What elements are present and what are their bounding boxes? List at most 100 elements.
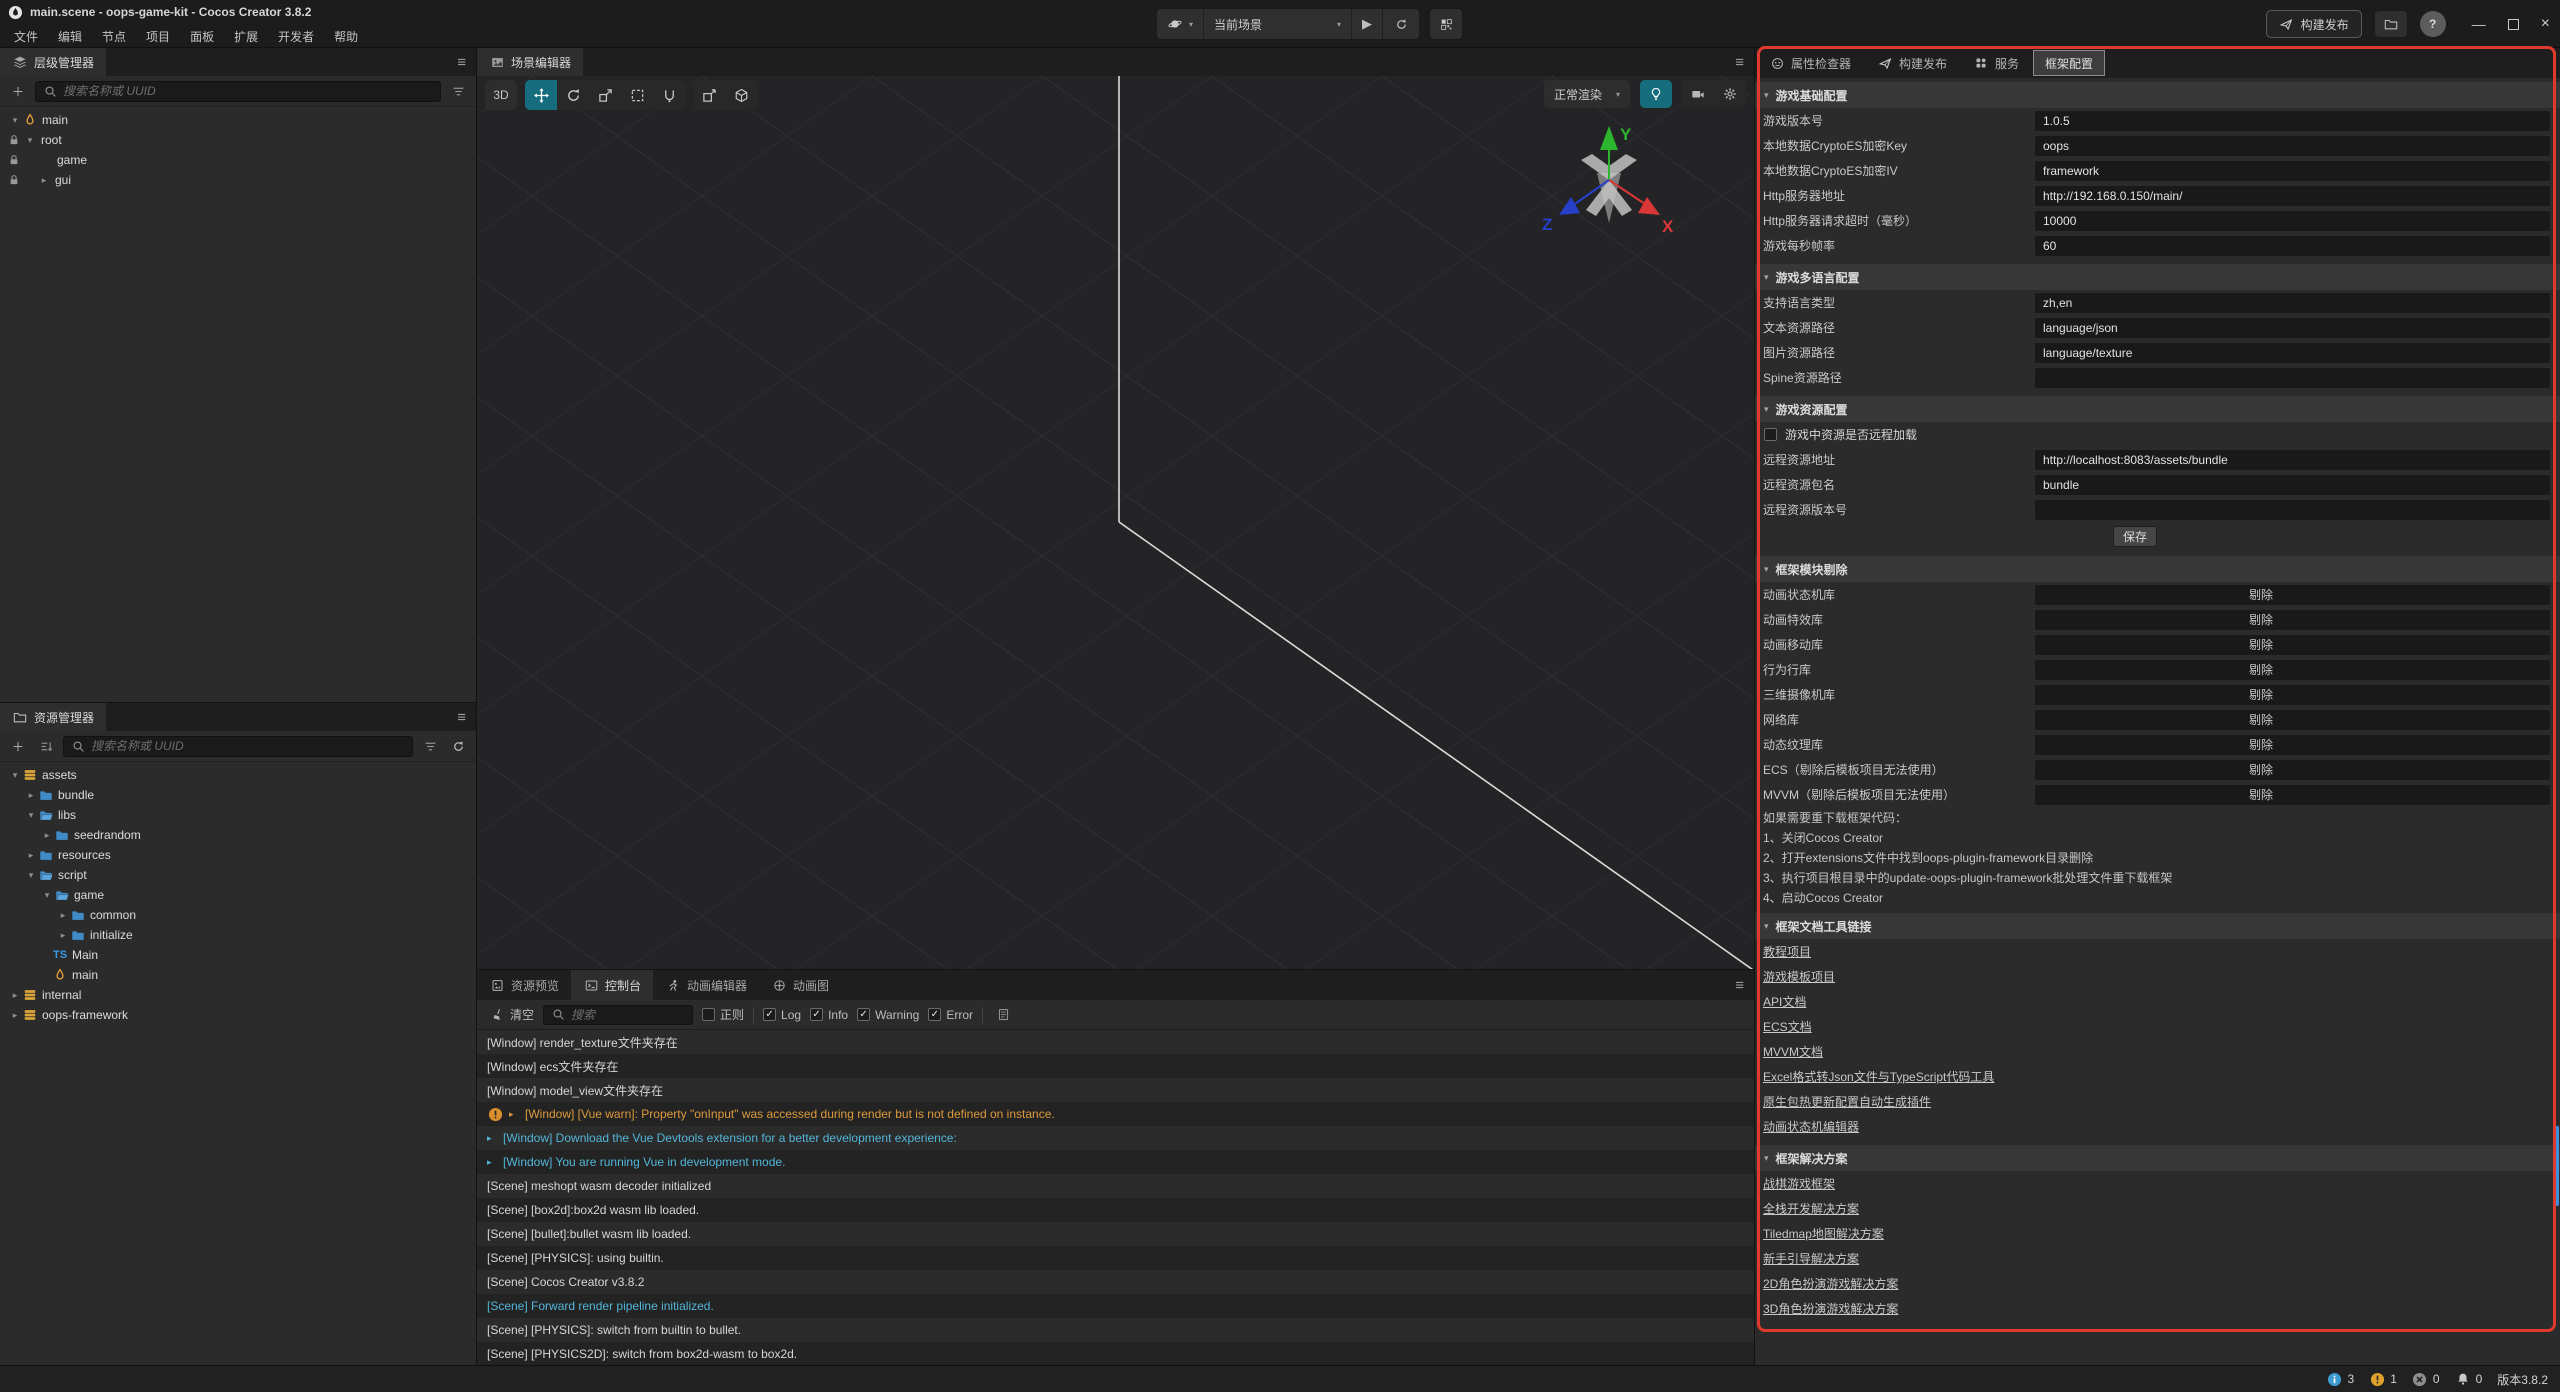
doc-link[interactable]: 原生包热更新配置自动生成插件 <box>1763 1093 1931 1110</box>
menu-help[interactable]: 帮助 <box>324 28 368 45</box>
menu-edit[interactable]: 编辑 <box>48 28 92 45</box>
section-header[interactable]: ▾游戏基础配置 <box>1755 82 2560 108</box>
remote-load-checkbox[interactable]: 游戏中资源是否远程加载 <box>1755 422 2560 447</box>
lighting-toggle-button[interactable] <box>1640 80 1672 108</box>
assets-search-input[interactable] <box>91 739 406 753</box>
hierarchy-search-input[interactable] <box>63 84 434 98</box>
axis-gizmo[interactable]: Y X Z <box>1534 118 1684 256</box>
menu-extension[interactable]: 扩展 <box>224 28 268 45</box>
chevron-down-icon[interactable]: ▾ <box>40 890 54 901</box>
property-value-input[interactable] <box>2035 500 2550 520</box>
regex-checkbox[interactable]: 正则 <box>702 1006 744 1023</box>
hierarchy-filter-button[interactable] <box>447 81 469 102</box>
scene-menu-button[interactable]: ≡ <box>1735 48 1744 76</box>
expand-arrow[interactable]: ▸ <box>509 1109 519 1120</box>
log-row[interactable]: [Scene] [PHYSICS]: using builtin. <box>477 1246 1754 1270</box>
property-value-input[interactable]: framework <box>2035 161 2550 181</box>
tree-node-script[interactable]: ▾script <box>0 865 476 885</box>
rotate-tool-button[interactable] <box>557 80 589 110</box>
doc-link[interactable]: MVVM文档 <box>1763 1043 1823 1060</box>
scene-settings-button[interactable] <box>1714 80 1746 108</box>
close-button[interactable]: × <box>2541 15 2550 33</box>
render-mode-select[interactable]: 正常渲染 ▾ <box>1544 80 1630 108</box>
reload-button[interactable] <box>1383 9 1419 39</box>
tree-node-internal[interactable]: ▸internal <box>0 985 476 1005</box>
menu-panel[interactable]: 面板 <box>180 28 224 45</box>
doc-link[interactable]: 3D角色扮演游戏解决方案 <box>1763 1300 1898 1317</box>
doc-link[interactable]: 战棋游戏框架 <box>1763 1175 1835 1192</box>
filter-log-checkbox[interactable]: Log <box>763 1008 801 1022</box>
doc-link[interactable]: 2D角色扮演游戏解决方案 <box>1763 1275 1898 1292</box>
tree-node-game[interactable]: ▾game <box>0 885 476 905</box>
tree-node-assets[interactable]: ▾assets <box>0 765 476 785</box>
chevron-right-icon[interactable]: ▸ <box>56 910 70 921</box>
tree-node-main[interactable]: main <box>0 965 476 985</box>
scene-select[interactable]: 当前场景 ▾ <box>1204 9 1352 39</box>
tree-node-initialize[interactable]: ▸initialize <box>0 925 476 945</box>
property-value-input[interactable]: http://localhost:8083/assets/bundle <box>2035 450 2550 470</box>
section-header[interactable]: ▾框架解决方案 <box>1755 1145 2560 1171</box>
chevron-right-icon[interactable]: ▸ <box>8 1010 22 1021</box>
tree-node-common[interactable]: ▸common <box>0 905 476 925</box>
chevron-down-icon[interactable]: ▾ <box>8 115 22 126</box>
log-row[interactable]: [Scene] Forward render pipeline initiali… <box>477 1294 1754 1318</box>
help-button[interactable]: ? <box>2420 11 2446 37</box>
scene-camera-button[interactable] <box>1682 80 1714 108</box>
property-value-input[interactable] <box>2035 368 2550 388</box>
tab-build-publish[interactable]: 构建发布 <box>1865 50 1959 76</box>
tab-assets[interactable]: 资源管理器 <box>0 703 106 731</box>
mode-3d-button[interactable]: 3D <box>485 80 517 110</box>
remove-module-button[interactable]: 剔除 <box>2035 735 2550 755</box>
tree-node-gui[interactable]: ▸gui <box>0 170 476 190</box>
property-value-input[interactable]: zh,en <box>2035 293 2550 313</box>
tree-node-root[interactable]: ▾root <box>0 130 476 150</box>
collapse-logs-button[interactable] <box>992 1004 1014 1025</box>
doc-link[interactable]: 游戏模板项目 <box>1763 968 1835 985</box>
clear-console-button[interactable]: 清空 <box>489 1006 534 1023</box>
tab-console[interactable]: 控制台 <box>571 970 653 1000</box>
property-value-input[interactable]: bundle <box>2035 475 2550 495</box>
build-publish-button[interactable]: 构建发布 <box>2266 10 2362 38</box>
create-node-button[interactable]: ＋ <box>7 81 29 102</box>
console-search[interactable] <box>543 1005 693 1025</box>
log-row[interactable]: ▸[Window] [Vue warn]: Property "onInput"… <box>477 1102 1754 1126</box>
expand-arrow[interactable]: ▸ <box>487 1133 497 1144</box>
doc-link[interactable]: 动画状态机编辑器 <box>1763 1118 1859 1135</box>
menu-file[interactable]: 文件 <box>4 28 48 45</box>
coordinate-button[interactable] <box>725 80 757 110</box>
log-row[interactable]: [Window] model_view文件夹存在 <box>477 1078 1754 1102</box>
menu-node[interactable]: 节点 <box>92 28 136 45</box>
log-row[interactable]: [Scene] Cocos Creator v3.8.2 <box>477 1270 1754 1294</box>
pivot-button[interactable] <box>693 80 725 110</box>
remove-module-button[interactable]: 剔除 <box>2035 610 2550 630</box>
section-header[interactable]: ▾框架文档工具链接 <box>1755 913 2560 939</box>
info-counter[interactable]: 3 <box>2327 1371 2355 1387</box>
property-value-input[interactable]: http://192.168.0.150/main/ <box>2035 186 2550 206</box>
console-search-input[interactable] <box>571 1008 686 1022</box>
property-value-input[interactable]: 10000 <box>2035 211 2550 231</box>
log-row[interactable]: [Scene] [PHYSICS2D]: switch from box2d-w… <box>477 1342 1754 1365</box>
tree-node-game[interactable]: game <box>0 150 476 170</box>
scale-tool-button[interactable] <box>589 80 621 110</box>
assets-menu-button[interactable]: ≡ <box>457 703 466 731</box>
remove-module-button[interactable]: 剔除 <box>2035 685 2550 705</box>
minimize-button[interactable]: — <box>2472 16 2486 32</box>
remove-module-button[interactable]: 剔除 <box>2035 760 2550 780</box>
tab-framework-config[interactable]: 框架配置 <box>2033 50 2105 76</box>
section-header[interactable]: ▾游戏多语言配置 <box>1755 264 2560 290</box>
doc-link[interactable]: 新手引导解决方案 <box>1763 1250 1859 1267</box>
log-row[interactable]: [Scene] meshopt wasm decoder initialized <box>477 1174 1754 1198</box>
tab-services[interactable]: 服务 <box>1961 50 2031 76</box>
tree-node-bundle[interactable]: ▸bundle <box>0 785 476 805</box>
hierarchy-search[interactable] <box>35 81 441 102</box>
property-value-input[interactable]: 60 <box>2035 236 2550 256</box>
remove-module-button[interactable]: 剔除 <box>2035 585 2550 605</box>
preview-qr-button[interactable] <box>1429 8 1463 40</box>
save-button[interactable]: 保存 <box>2113 526 2157 547</box>
menu-project[interactable]: 项目 <box>136 28 180 45</box>
tab-hierarchy[interactable]: 层级管理器 <box>0 48 106 76</box>
property-value-input[interactable]: oops <box>2035 136 2550 156</box>
refresh-assets-button[interactable] <box>447 736 469 757</box>
property-value-input[interactable]: 1.0.5 <box>2035 111 2550 131</box>
filter-info-checkbox[interactable]: Info <box>810 1008 848 1022</box>
